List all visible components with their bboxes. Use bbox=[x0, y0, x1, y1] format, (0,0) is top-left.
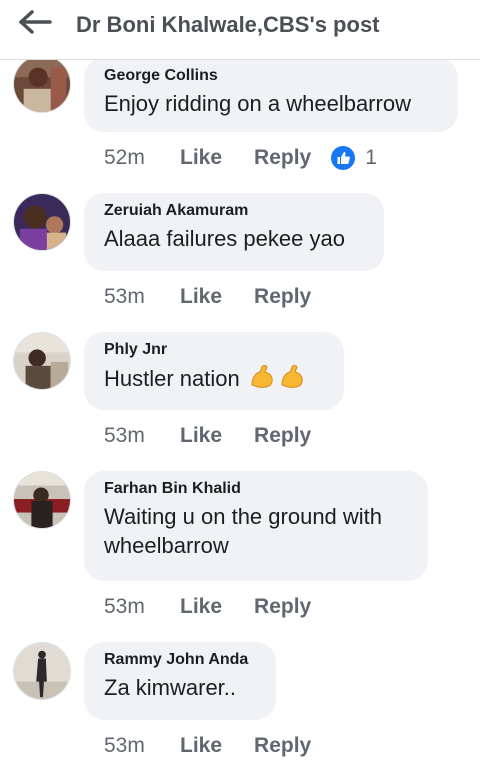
comment-text: Za kimwarer.. bbox=[104, 675, 237, 700]
comment-author[interactable]: George Collins bbox=[104, 66, 438, 86]
page-title: Dr Boni Khalwale,CBS's post bbox=[76, 12, 380, 37]
like-button[interactable]: Like bbox=[180, 734, 222, 758]
comment-actions: 53m Like Reply bbox=[104, 592, 343, 622]
reply-button[interactable]: Reply bbox=[254, 285, 311, 309]
comment-actions: 52m Like Reply 1 bbox=[104, 143, 377, 173]
comment-bubble: Rammy John Anda Za kimwarer.. bbox=[84, 642, 276, 720]
avatar[interactable] bbox=[13, 642, 71, 700]
like-button[interactable]: Like bbox=[180, 285, 222, 309]
comment-actions: 53m Like Reply bbox=[104, 421, 343, 451]
reply-button[interactable]: Reply bbox=[254, 424, 311, 448]
comment-text: Enjoy ridding on a wheelbarrow bbox=[104, 91, 411, 116]
comment-actions: 53m Like Reply bbox=[104, 731, 343, 761]
comment-time[interactable]: 53m bbox=[104, 285, 180, 309]
like-button[interactable]: Like bbox=[180, 146, 222, 170]
comment-time[interactable]: 53m bbox=[104, 424, 180, 448]
comment-time[interactable]: 53m bbox=[104, 734, 180, 758]
comment-text-content: Hustler nation bbox=[104, 366, 240, 391]
like-button[interactable]: Like bbox=[180, 595, 222, 619]
reaction-count-value: 1 bbox=[365, 146, 377, 169]
avatar[interactable] bbox=[13, 55, 71, 113]
comment-author[interactable]: Zeruiah Akamuram bbox=[104, 201, 364, 221]
comment-text-line: wheelbarrow bbox=[104, 533, 229, 558]
comment-bubble: Phly Jnr Hustler nation bbox=[84, 332, 344, 410]
comment-text: Waiting u on the ground with wheelbarrow bbox=[104, 502, 408, 560]
back-arrow-icon[interactable] bbox=[18, 9, 54, 35]
comment-time[interactable]: 52m bbox=[104, 146, 180, 170]
avatar[interactable] bbox=[13, 193, 71, 251]
flexed-biceps-icon bbox=[281, 365, 303, 388]
comment-bubble: George Collins Enjoy ridding on a wheelb… bbox=[84, 58, 458, 132]
avatar[interactable] bbox=[13, 332, 71, 390]
reply-button[interactable]: Reply bbox=[254, 734, 311, 758]
comment-text: Hustler nation bbox=[104, 363, 324, 393]
comment-text: Alaaa failures pekee yao bbox=[104, 226, 345, 251]
comment-bubble: Farhan Bin Khalid Waiting u on the groun… bbox=[84, 471, 428, 581]
like-button[interactable]: Like bbox=[180, 424, 222, 448]
comment-bubble: Zeruiah Akamuram Alaaa failures pekee ya… bbox=[84, 193, 384, 271]
comment-author[interactable]: Farhan Bin Khalid bbox=[104, 479, 408, 499]
comment-actions: 53m Like Reply bbox=[104, 282, 343, 312]
comment-time[interactable]: 53m bbox=[104, 595, 180, 619]
reaction-count[interactable]: 1 bbox=[331, 146, 377, 170]
avatar[interactable] bbox=[13, 471, 71, 529]
reply-button[interactable]: Reply bbox=[254, 146, 311, 170]
comment-author[interactable]: Phly Jnr bbox=[104, 340, 324, 360]
flexed-biceps-icon bbox=[251, 365, 273, 388]
top-bar: Dr Boni Khalwale,CBS's post bbox=[0, 0, 480, 60]
comment-author[interactable]: Rammy John Anda bbox=[104, 650, 256, 670]
thumbs-up-icon bbox=[331, 146, 356, 170]
comment-text-line: Waiting u on the ground with bbox=[104, 504, 383, 529]
reply-button[interactable]: Reply bbox=[254, 595, 311, 619]
